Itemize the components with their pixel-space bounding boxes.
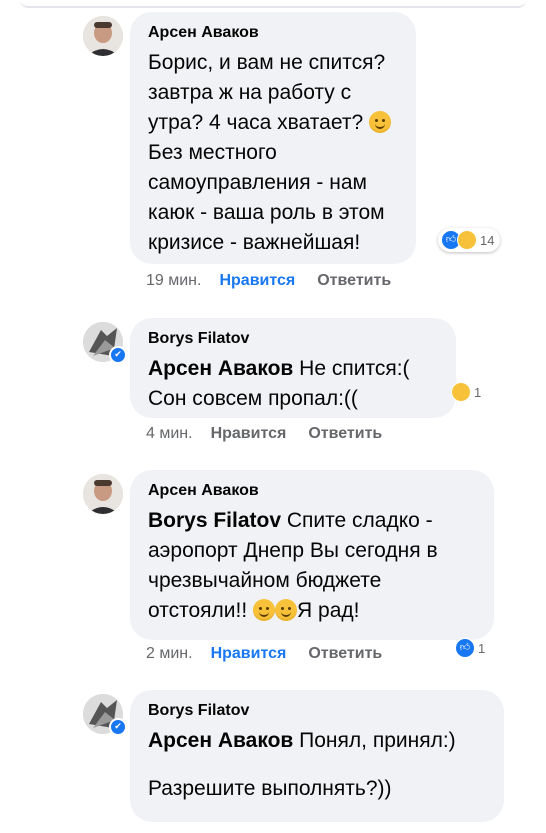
mention-link[interactable]: Арсен Аваков bbox=[148, 729, 293, 752]
reactions-badge[interactable]: 👍︎ 14 bbox=[438, 228, 501, 252]
like-reaction-icon: 👍︎ bbox=[455, 638, 475, 658]
comment-line: каюк - ваша роль в этом bbox=[148, 201, 385, 224]
comment-line-text: Я рад! bbox=[297, 599, 360, 622]
mention-link[interactable]: Арсен Аваков bbox=[148, 357, 293, 380]
reply-button[interactable]: Ответить bbox=[308, 425, 382, 443]
avatar-filatov[interactable]: ✔ bbox=[83, 322, 127, 364]
reaction-count: 14 bbox=[480, 232, 495, 248]
avatar bbox=[83, 16, 123, 56]
comment-bubble: Borys Filatov Арсен Аваков Не спится:( С… bbox=[130, 318, 456, 418]
verified-badge-icon: ✔ bbox=[109, 346, 127, 364]
like-button[interactable]: Нравится bbox=[211, 425, 287, 443]
comment-bubble: Borys Filatov Арсен Аваков Понял, принял… bbox=[130, 690, 504, 822]
comment-bubble: Арсен Аваков Borys Filatov Спите сладко … bbox=[130, 470, 494, 640]
comment-time[interactable]: 2 мин. bbox=[146, 645, 193, 663]
comment-line: кризисе - важнейшая! bbox=[148, 231, 361, 254]
avatar-filatov[interactable]: ✔ bbox=[83, 694, 127, 736]
like-button[interactable]: Нравится bbox=[219, 272, 295, 290]
comment-author[interactable]: Borys Filatov bbox=[148, 330, 436, 348]
reaction-count: 1 bbox=[478, 640, 486, 656]
comment-line: Разрешите выполнять?)) bbox=[148, 777, 392, 800]
comment-line: отстояли!! Я рад! bbox=[148, 596, 474, 626]
comment-line-text: отстояли!! bbox=[148, 599, 248, 622]
comment-author[interactable]: Borys Filatov bbox=[148, 702, 484, 720]
comment-line: Арсен Аваков Не спится:( bbox=[148, 354, 436, 384]
comment-line-text: Не спится:( bbox=[293, 357, 410, 380]
comment-line: аэропорт Днепр Вы сегодня в bbox=[148, 539, 438, 562]
reply-button[interactable]: Ответить bbox=[308, 645, 382, 663]
like-button[interactable]: Нравится bbox=[211, 645, 287, 663]
comment-line: Без местного bbox=[148, 141, 277, 164]
wink-emoji-icon bbox=[275, 599, 298, 621]
comment-line-text: утра? 4 часа хватает? bbox=[148, 111, 364, 134]
reply-button[interactable]: Ответить bbox=[317, 272, 391, 290]
comment-line-spacer bbox=[148, 756, 484, 774]
comment-line: Арсен Аваков Понял, принял:) bbox=[148, 726, 484, 756]
wink-emoji-icon bbox=[253, 599, 276, 621]
avatar-image bbox=[83, 474, 123, 514]
comment-author[interactable]: Арсен Аваков bbox=[148, 24, 396, 42]
comment-line: Borys Filatov Спите сладко - bbox=[148, 506, 474, 536]
avatar-avakov[interactable] bbox=[83, 474, 123, 514]
comment-text: Арсен Аваков Не спится:( Сон совсем проп… bbox=[148, 354, 436, 414]
avatar bbox=[83, 474, 123, 514]
upside-down-face-emoji-icon bbox=[368, 111, 391, 133]
comment-line: завтра ж на работу с bbox=[148, 81, 352, 104]
comment-line: утра? 4 часа хватает? bbox=[148, 108, 396, 138]
comment-actions: 2 мин. Нравится Ответить bbox=[146, 645, 382, 663]
comment-author[interactable]: Арсен Аваков bbox=[148, 482, 474, 500]
comment-line: самоуправления - нам bbox=[148, 171, 367, 194]
avatar-avakov[interactable] bbox=[83, 16, 123, 56]
comment-text: Borys Filatov Спите сладко - аэропорт Дн… bbox=[148, 506, 474, 626]
previous-comment-edge bbox=[20, 0, 526, 8]
comment-line-text: Понял, принял:) bbox=[293, 729, 456, 752]
reactions-badge[interactable]: 1 bbox=[448, 380, 487, 404]
comment-time[interactable]: 4 мин. bbox=[146, 425, 193, 443]
comments-thread: Арсен Аваков Борис, и вам не спится? зав… bbox=[0, 0, 546, 833]
mention-link[interactable]: Borys Filatov bbox=[148, 509, 281, 532]
verified-badge-icon: ✔ bbox=[109, 718, 127, 736]
avatar-image bbox=[83, 16, 123, 56]
comment-bubble: Арсен Аваков Борис, и вам не спится? зав… bbox=[130, 12, 416, 264]
comment-line-text: Спите сладко - bbox=[281, 509, 433, 532]
sad-reaction-icon bbox=[451, 382, 471, 402]
haha-reaction-icon bbox=[457, 230, 477, 250]
comment-line: Борис, и вам не спится? bbox=[148, 51, 386, 74]
comment-text: Борис, и вам не спится? завтра ж на рабо… bbox=[148, 48, 396, 258]
comment-actions: 4 мин. Нравится Ответить bbox=[146, 425, 382, 443]
comment-text: Арсен Аваков Понял, принял:) Разрешите в… bbox=[148, 726, 484, 804]
reactions-badge[interactable]: 👍︎ 1 bbox=[452, 636, 491, 660]
comment-line: чрезвычайном бюджете bbox=[148, 569, 382, 592]
comment-actions: 19 мин. Нравится Ответить bbox=[146, 272, 391, 290]
comment-line: Сон совсем пропал:(( bbox=[148, 387, 358, 410]
reaction-count: 1 bbox=[474, 384, 482, 400]
comment-time[interactable]: 19 мин. bbox=[146, 272, 201, 290]
